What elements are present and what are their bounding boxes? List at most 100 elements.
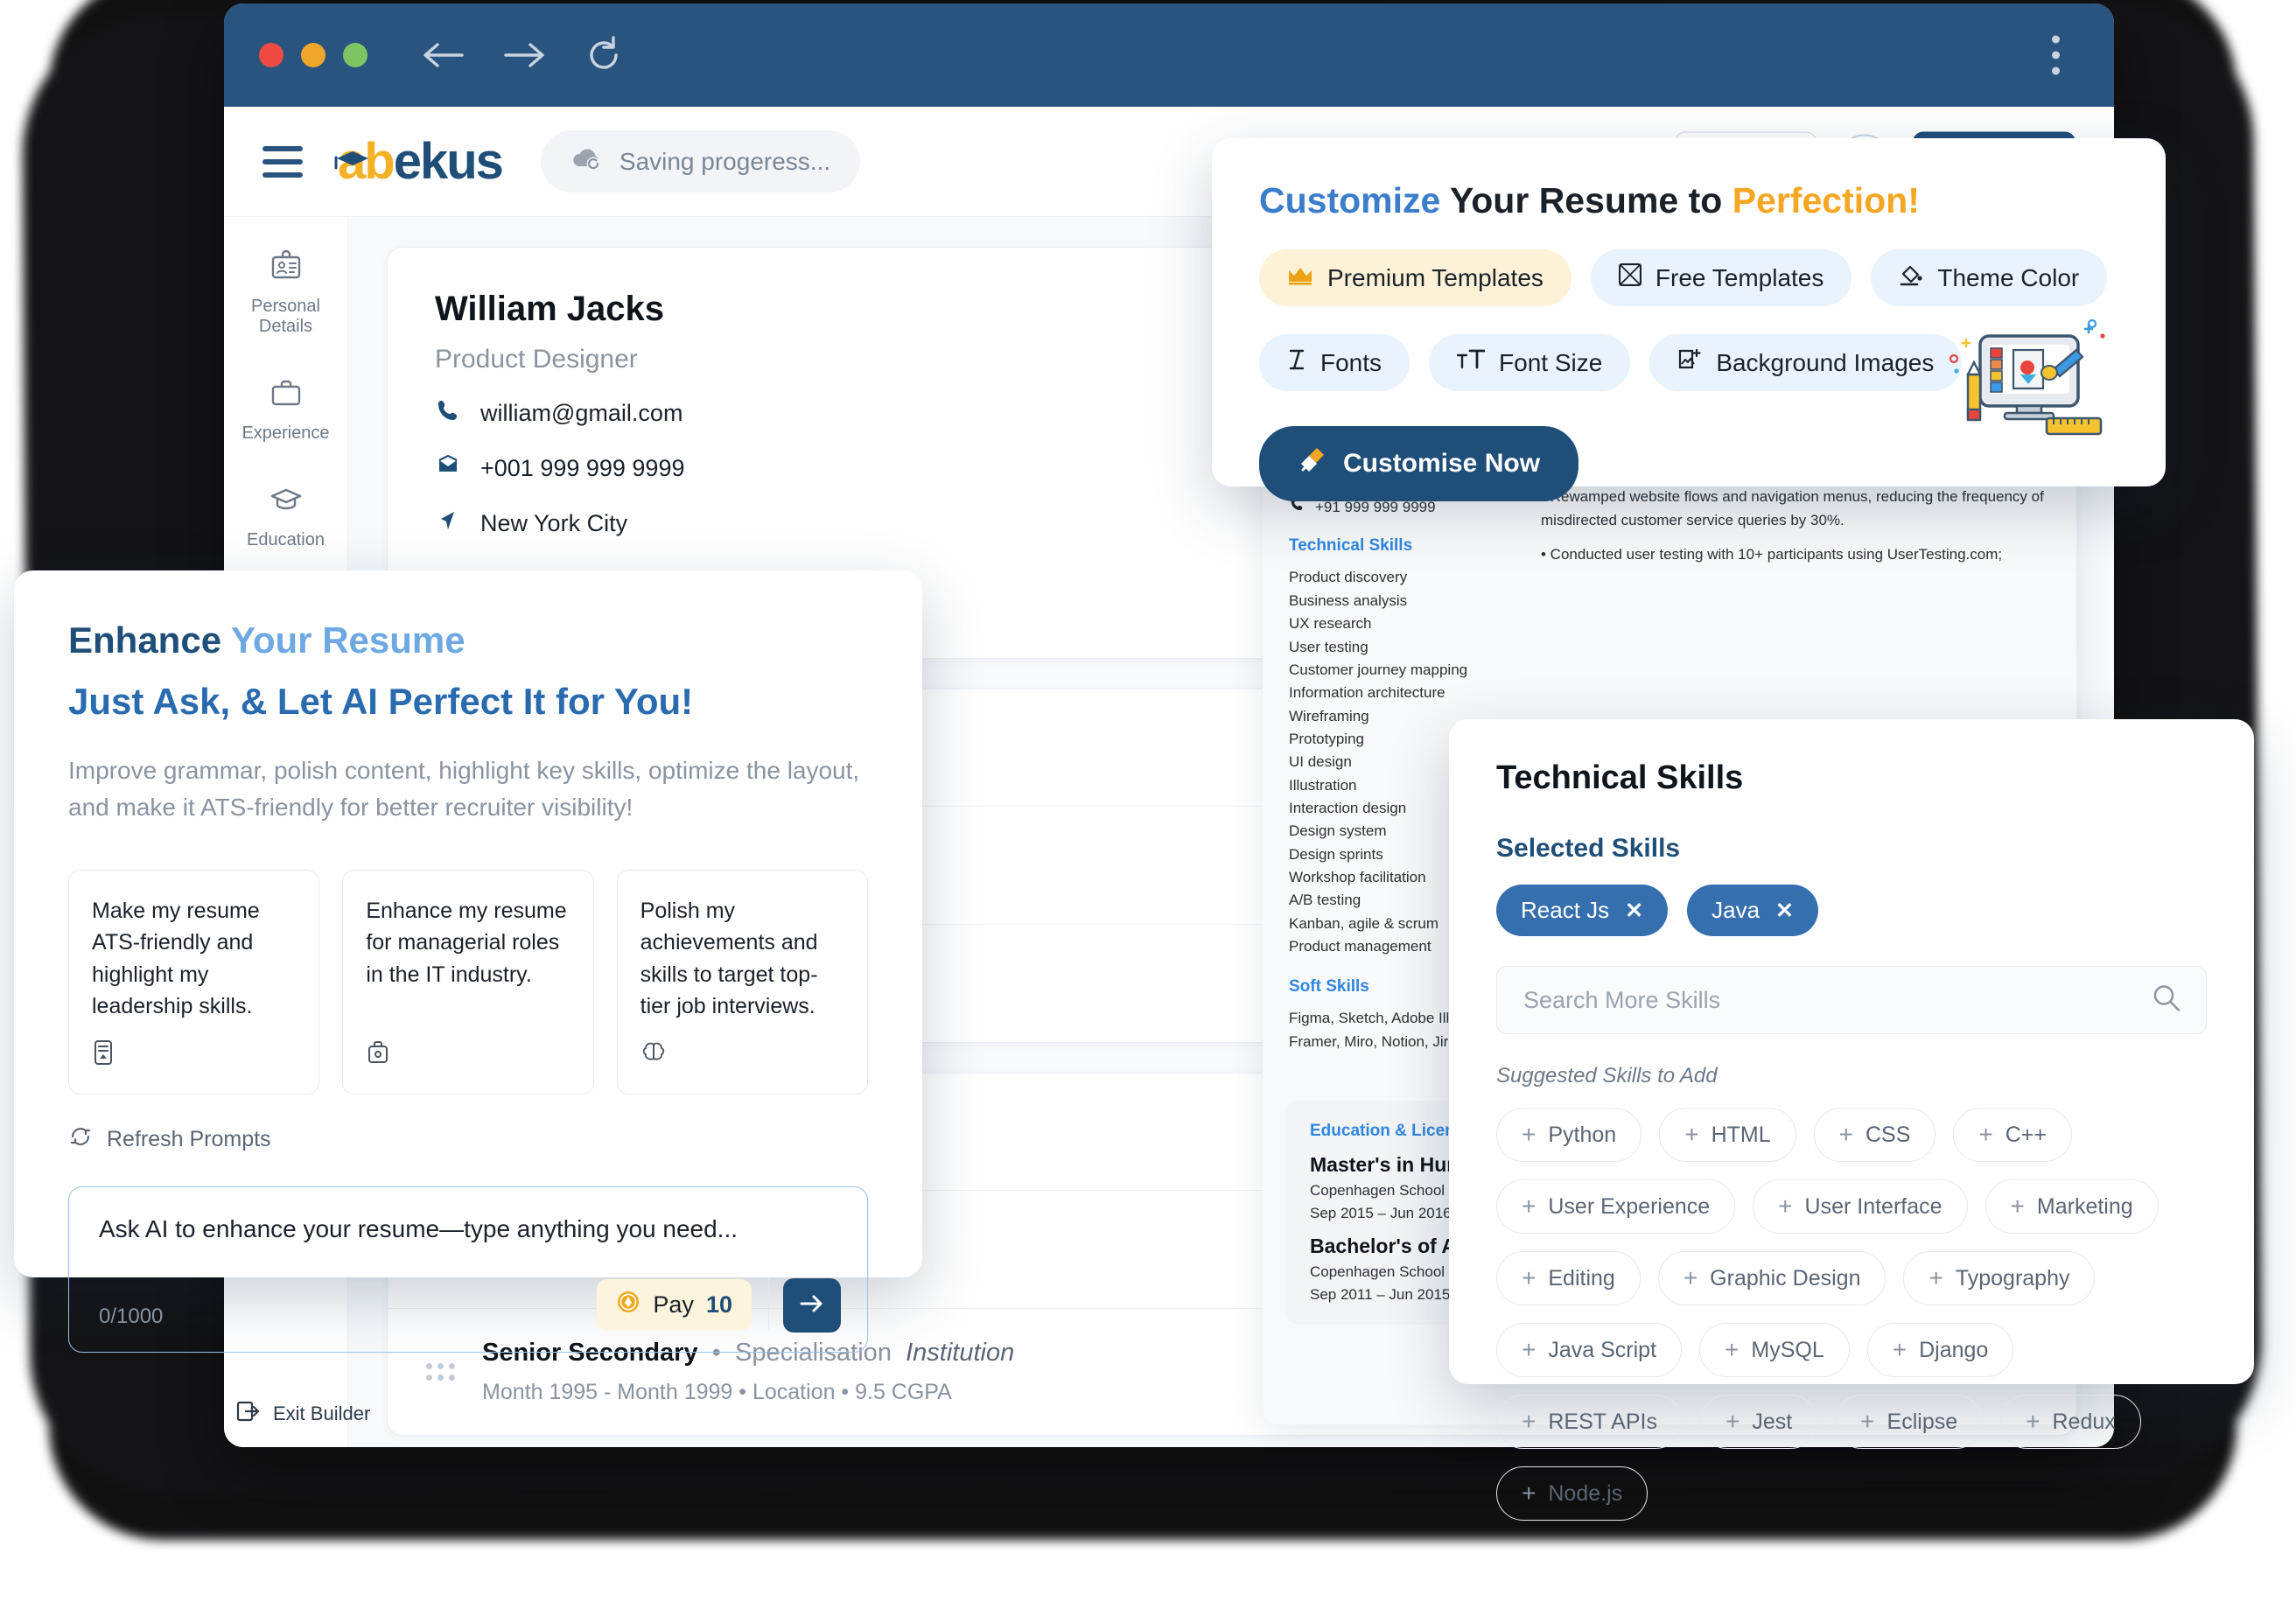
skill-label: Graphic Design [1710,1265,1861,1291]
pay-credits-badge[interactable]: Pay 10 [597,1279,752,1332]
plus-icon: + [1684,1121,1699,1148]
brain-icon [640,1041,844,1074]
suggested-skill-chip[interactable]: + Redux [2000,1395,2141,1449]
chip-label: Background Images [1716,348,1935,376]
back-arrow-icon[interactable] [420,40,466,70]
chip-label: Fonts [1320,348,1382,376]
free-templates-chip[interactable]: Free Templates [1590,249,1852,306]
kebab-menu-icon[interactable] [2052,35,2060,75]
suggested-skill-chip[interactable]: + Python [1496,1108,1642,1162]
close-window-button[interactable] [259,43,284,67]
enhance-title-strong: Enhance [68,619,222,661]
suggested-skill-chip[interactable]: + Java Script [1496,1323,1683,1377]
suggested-skill-chip[interactable]: + Jest [1699,1395,1818,1449]
suggested-skill-chip[interactable]: + Marketing [1984,1179,2159,1234]
exit-builder-button[interactable]: Exit Builder [236,1400,370,1428]
plus-icon: + [1683,1264,1698,1291]
suggested-skills-list: + Python + HTML + CSS + C++ + User Experience + Use… [1496,1108,2207,1521]
theme-color-chip[interactable]: Theme Color [1871,249,2108,306]
chip-label: Font Size [1499,348,1603,376]
skills-search-input[interactable]: Search More Skills [1496,966,2207,1034]
sidebar-item-personal-details[interactable]: Personal Details [229,248,343,337]
paint-brush-icon [1298,445,1327,482]
refresh-icon [68,1124,93,1155]
skill-label: Editing [1548,1265,1615,1291]
skill-label: Java [1712,897,1760,923]
skill-label: Eclipse [1886,1409,1958,1434]
maximize-window-button[interactable] [343,43,368,67]
customize-title-part1: Customize [1259,180,1441,220]
resume-tech-item: Customer journey mapping [1289,661,1468,678]
window-controls[interactable] [259,43,368,67]
skill-label: Java Script [1548,1337,1657,1362]
selected-skill-chip[interactable]: React Js ✕ [1496,885,1669,936]
selected-skill-chip[interactable]: Java ✕ [1687,885,1818,936]
prompt-suggestion-card[interactable]: Enhance my resume for managerial roles i… [342,870,594,1095]
grid-icon [1618,262,1642,292]
suggested-skill-chip[interactable]: + Typography [1903,1251,2096,1305]
abekus-logo: ab ekus [334,132,504,191]
suggested-skill-chip[interactable]: + Graphic Design [1657,1251,1886,1305]
skill-label: Typography [1955,1265,2070,1291]
skill-label: React Js [1521,897,1610,923]
sidebar-item-experience[interactable]: Experience [229,375,343,444]
skill-label: Node.js [1548,1480,1623,1506]
pay-label: Pay [653,1291,694,1319]
customise-now-button[interactable]: Customise Now [1259,426,1579,501]
sidebar-item-education[interactable]: Education [229,482,343,550]
resume-bullet: • Conducted user testing with 10+ partic… [1541,546,2003,563]
resume-tech-heading: Technical Skills [1289,536,1413,556]
suggested-skill-chip[interactable]: + HTML [1659,1108,1796,1162]
reload-icon[interactable] [584,36,623,74]
suggested-skill-chip[interactable]: + REST APIs [1496,1395,1683,1449]
skill-label: MySQL [1751,1337,1824,1362]
suggested-skill-chip[interactable]: + User Interface [1753,1179,1968,1234]
refresh-prompts-label: Refresh Prompts [107,1127,271,1152]
fonts-chip[interactable]: Fonts [1259,334,1410,391]
skill-label: Marketing [2036,1193,2133,1219]
skill-label: Python [1548,1122,1617,1147]
suggested-skill-chip[interactable]: + Django [1866,1323,2014,1377]
suggested-skill-chip[interactable]: + Eclipse [1835,1395,1984,1449]
send-prompt-button[interactable] [783,1278,841,1333]
plus-icon: + [2026,1408,2040,1435]
enhance-title-line2: Just Ask, & Let AI Perfect It for You! [68,681,694,722]
arrow-right-icon [798,1292,826,1319]
customize-title-part2: Your Resume to [1440,180,1732,220]
ai-prompt-placeholder: Ask AI to enhance your resume—type anyth… [99,1215,738,1243]
background-images-chip[interactable]: Background Images [1649,334,1963,391]
suggested-skill-chip[interactable]: + C++ [1953,1108,2073,1162]
image-plus-icon [1677,348,1702,377]
remove-skill-icon[interactable]: ✕ [1775,898,1794,924]
prompt-text: Make my resume ATS-friendly and highligh… [92,899,260,1018]
prompt-suggestion-card[interactable]: Make my resume ATS-friendly and highligh… [68,870,320,1095]
sidebar-item-label: Personal Details [251,297,320,336]
chip-label: Premium Templates [1327,263,1544,291]
suggested-skill-chip[interactable]: + CSS [1813,1108,1936,1162]
plus-icon: + [1522,1264,1536,1291]
suggested-skill-chip[interactable]: + MySQL [1699,1323,1850,1377]
suggested-skill-chip[interactable]: + User Experience [1496,1179,1736,1234]
search-icon[interactable] [2152,983,2181,1018]
person-phone: +001 999 999 9999 [480,455,685,481]
suggested-skill-chip[interactable]: + Node.js [1496,1466,1648,1521]
sidebar-item-label: Experience [242,423,330,443]
resume-tech-item: Information architecture [1289,684,1446,702]
refresh-prompts-button[interactable]: Refresh Prompts [68,1124,868,1155]
drag-handle-icon[interactable] [426,1363,456,1381]
premium-templates-chip[interactable]: Premium Templates [1259,249,1572,306]
minimize-window-button[interactable] [301,43,326,67]
briefcase-icon [269,375,304,415]
prompt-suggestion-card[interactable]: Polish my achievements and skills to tar… [616,870,868,1095]
ai-prompt-input[interactable]: Ask AI to enhance your resume—type anyth… [68,1186,868,1354]
enhance-title-line1: Enhance Your Resume [68,619,868,661]
font-size-chip[interactable]: Font Size [1429,334,1631,391]
sidebar-item-label: Education [247,530,325,549]
suggested-skill-chip[interactable]: + Editing [1496,1251,1641,1305]
remove-skill-icon[interactable]: ✕ [1625,898,1643,924]
hamburger-menu-icon[interactable] [262,145,303,178]
forward-arrow-icon[interactable] [502,40,548,70]
skill-label: HTML [1711,1122,1771,1147]
resume-tech-item: User testing [1289,638,1368,655]
saving-status-label: Saving progeress... [619,147,831,175]
